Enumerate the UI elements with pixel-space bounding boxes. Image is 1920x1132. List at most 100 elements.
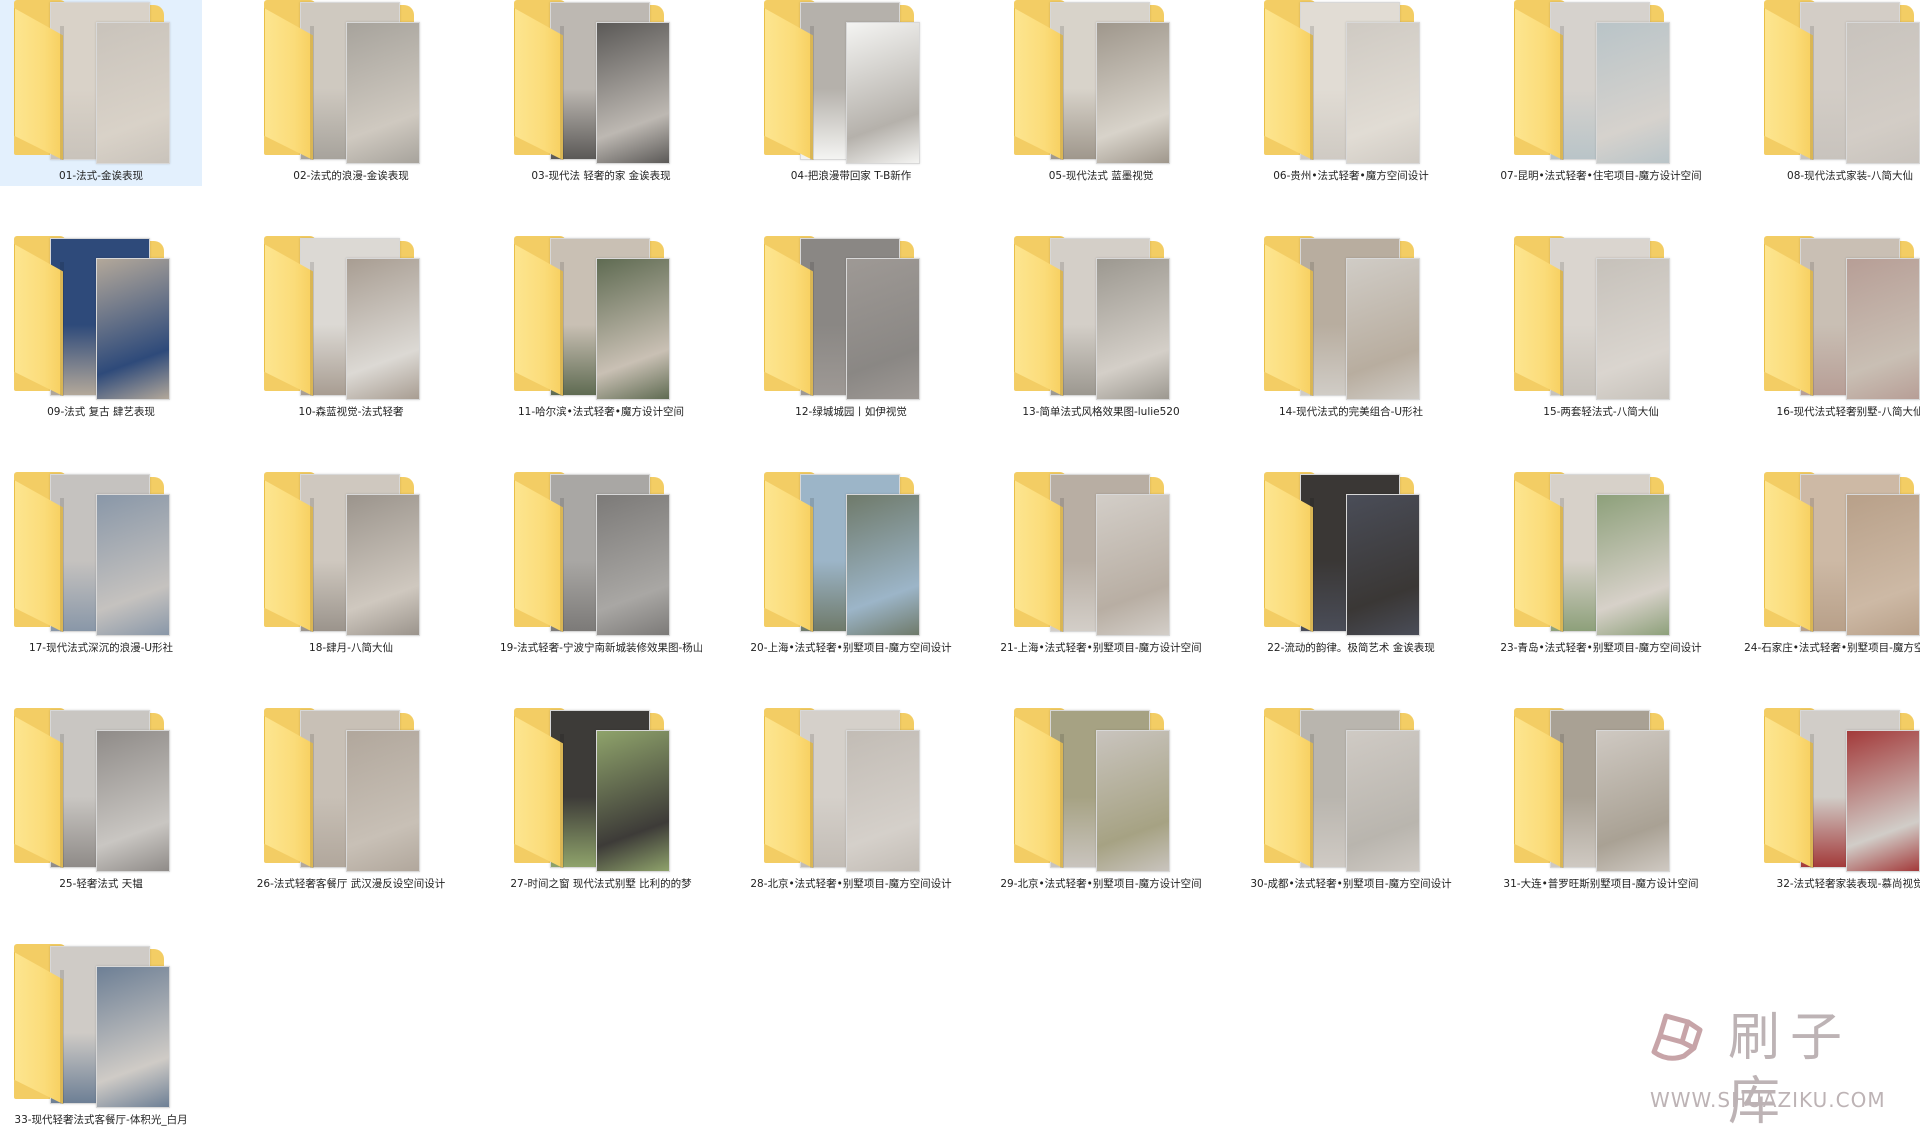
folder-label: 03-现代法 轻奢的家 金诶表现: [531, 170, 671, 182]
folder-icon: [1764, 472, 1920, 637]
folder-item[interactable]: 05-现代法式 蓝墨视觉: [1000, 0, 1250, 236]
folder-label: 15-两套轻法式-八简大仙: [1543, 406, 1659, 418]
folder-item[interactable]: 08-现代法式家装-八简大仙: [1750, 0, 1920, 236]
folder-item[interactable]: 24-石家庄•法式轻奢•别墅项目-魔方空间设计: [1744, 472, 1920, 708]
folder-label: 01-法式-金诶表现: [59, 170, 143, 182]
folder-grid: 01-法式-金诶表现 02-法式的浪漫-金诶表现 03-现代法 轻奢的家 金诶表现 0…: [0, 0, 1920, 1132]
folder-item[interactable]: 12-绿城城园丨如伊视觉: [750, 236, 1000, 472]
folder-item[interactable]: 20-上海•法式轻奢•别墅项目-魔方空间设计: [750, 472, 1000, 708]
folder-icon: [1014, 708, 1174, 873]
folder-icon: [1764, 0, 1920, 165]
folder-icon: [264, 0, 424, 165]
explorer-content-pane: 01-法式-金诶表现 02-法式的浪漫-金诶表现 03-现代法 轻奢的家 金诶表现 0…: [0, 0, 1920, 1132]
folder-item[interactable]: 18-肆月-八简大仙: [250, 472, 500, 708]
folder-icon: [1264, 472, 1424, 637]
folder-item[interactable]: 19-法式轻奢-宁波宁南新城装修效果图-杨山伯: [500, 472, 750, 708]
folder-label: 32-法式轻奢家装表现-慕尚视觉: [1776, 878, 1920, 890]
thumbnail-image: [96, 258, 170, 400]
folder-item[interactable]: 27-时间之窗 现代法式别墅 比利的的梦: [500, 708, 750, 944]
folder-item[interactable]: 15-两套轻法式-八简大仙: [1500, 236, 1750, 472]
thumbnail-image: [1346, 22, 1420, 164]
folder-item[interactable]: 07-昆明•法式轻奢•住宅项目-魔方设计空间: [1500, 0, 1750, 236]
folder-item[interactable]: 32-法式轻奢家装表现-慕尚视觉: [1750, 708, 1920, 944]
thumbnail-image: [846, 494, 920, 636]
folder-item[interactable]: 28-北京•法式轻奢•别墅项目-魔方空间设计: [750, 708, 1000, 944]
thumbnail-image: [1596, 730, 1670, 872]
thumbnail-image: [346, 494, 420, 636]
folder-icon: [1014, 0, 1174, 165]
thumbnail-image: [96, 966, 170, 1108]
folder-label: 33-现代轻奢法式客餐厅-体积光_白月: [14, 1114, 188, 1126]
folder-label: 16-现代法式轻奢别墅-八简大仙: [1776, 406, 1920, 418]
folder-item[interactable]: 26-法式轻奢客餐厅 武汉漫反设空间设计: [250, 708, 500, 944]
folder-item[interactable]: 13-简单法式风格效果图-lulie520: [1000, 236, 1250, 472]
folder-icon: [764, 236, 924, 401]
folder-item[interactable]: 14-现代法式的完美组合-U形社: [1250, 236, 1500, 472]
folder-icon: [1514, 0, 1674, 165]
folder-icon: [14, 944, 174, 1109]
folder-icon: [514, 472, 674, 637]
folder-icon: [1514, 472, 1674, 637]
thumbnail-image: [1596, 22, 1670, 164]
folder-label: 17-现代法式深沉的浪漫-U形社: [28, 642, 174, 654]
watermark: 刷子库 WWW.SHUAZIKU.COM: [1648, 1006, 1888, 1132]
folder-label: 14-现代法式的完美组合-U形社: [1278, 406, 1424, 418]
folder-label: 28-北京•法式轻奢•别墅项目-魔方空间设计: [750, 878, 952, 890]
thumbnail-image: [846, 730, 920, 872]
folder-icon: [1264, 708, 1424, 873]
folder-item[interactable]: 10-森蓝视觉-法式轻奢: [250, 236, 500, 472]
folder-item[interactable]: 29-北京•法式轻奢•别墅项目-魔方设计空间: [1000, 708, 1250, 944]
thumbnail-image: [846, 22, 920, 164]
folder-label: 11-哈尔滨•法式轻奢•魔方设计空间: [517, 406, 685, 418]
folder-icon: [1514, 236, 1674, 401]
thumbnail-image: [1096, 22, 1170, 164]
folder-icon: [1264, 0, 1424, 165]
thumbnail-image: [1096, 730, 1170, 872]
folder-item[interactable]: 01-法式-金诶表现: [0, 0, 250, 236]
folder-label: 02-法式的浪漫-金诶表现: [293, 170, 409, 182]
folder-item[interactable]: 16-现代法式轻奢别墅-八简大仙: [1750, 236, 1920, 472]
folder-icon: [264, 236, 424, 401]
folder-label: 26-法式轻奢客餐厅 武汉漫反设空间设计: [256, 878, 446, 890]
folder-label: 06-贵州•法式轻奢•魔方空间设计: [1273, 170, 1429, 182]
folder-item[interactable]: 31-大连•普罗旺斯别墅项目-魔方设计空间: [1500, 708, 1750, 944]
folder-item[interactable]: 21-上海•法式轻奢•别墅项目-魔方设计空间: [1000, 472, 1250, 708]
folder-label: 24-石家庄•法式轻奢•别墅项目-魔方空间设计: [1744, 642, 1920, 654]
folder-item[interactable]: 23-青岛•法式轻奢•别墅项目-魔方空间设计: [1500, 472, 1750, 708]
folder-icon: [264, 708, 424, 873]
thumbnail-image: [596, 22, 670, 164]
folder-label: 05-现代法式 蓝墨视觉: [1048, 170, 1154, 182]
folder-icon: [764, 708, 924, 873]
folder-item[interactable]: 04-把浪漫带回家 T-B新作: [750, 0, 1000, 236]
thumbnail-image: [96, 22, 170, 164]
folder-icon: [1764, 708, 1920, 873]
thumbnail-image: [1096, 258, 1170, 400]
folder-item[interactable]: 09-法式 复古 肆艺表现: [0, 236, 250, 472]
thumbnail-image: [346, 22, 420, 164]
folder-item[interactable]: 02-法式的浪漫-金诶表现: [250, 0, 500, 236]
folder-label: 27-时间之窗 现代法式别墅 比利的的梦: [510, 878, 692, 890]
folder-item[interactable]: 06-贵州•法式轻奢•魔方空间设计: [1250, 0, 1500, 236]
thumbnail-image: [1346, 730, 1420, 872]
folder-item[interactable]: 25-轻奢法式 天韫: [0, 708, 250, 944]
folder-item[interactable]: 30-成都•法式轻奢•别墅项目-魔方空间设计: [1250, 708, 1500, 944]
thumbnail-image: [1596, 494, 1670, 636]
folder-label: 31-大连•普罗旺斯别墅项目-魔方设计空间: [1503, 878, 1699, 890]
thumbnail-image: [1596, 258, 1670, 400]
folder-item[interactable]: 11-哈尔滨•法式轻奢•魔方设计空间: [500, 236, 750, 472]
folder-icon: [14, 708, 174, 873]
folder-label: 10-森蓝视觉-法式轻奢: [298, 406, 404, 418]
folder-item[interactable]: 17-现代法式深沉的浪漫-U形社: [0, 472, 250, 708]
folder-icon: [1764, 236, 1920, 401]
thumbnail-image: [96, 730, 170, 872]
thumbnail-image: [1846, 494, 1920, 636]
folder-item[interactable]: 03-现代法 轻奢的家 金诶表现: [500, 0, 750, 236]
folder-item[interactable]: 22-流动的韵律。极简艺术 金诶表现: [1250, 472, 1500, 708]
folder-label: 09-法式 复古 肆艺表现: [47, 406, 155, 418]
folder-icon: [1264, 236, 1424, 401]
thumbnail-image: [1096, 494, 1170, 636]
folder-item[interactable]: 33-现代轻奢法式客餐厅-体积光_白月: [0, 944, 250, 1132]
folder-label: 25-轻奢法式 天韫: [59, 878, 143, 890]
folder-label: 21-上海•法式轻奢•别墅项目-魔方设计空间: [1000, 642, 1202, 654]
watermark-url: WWW.SHUAZIKU.COM: [1650, 1088, 1886, 1112]
